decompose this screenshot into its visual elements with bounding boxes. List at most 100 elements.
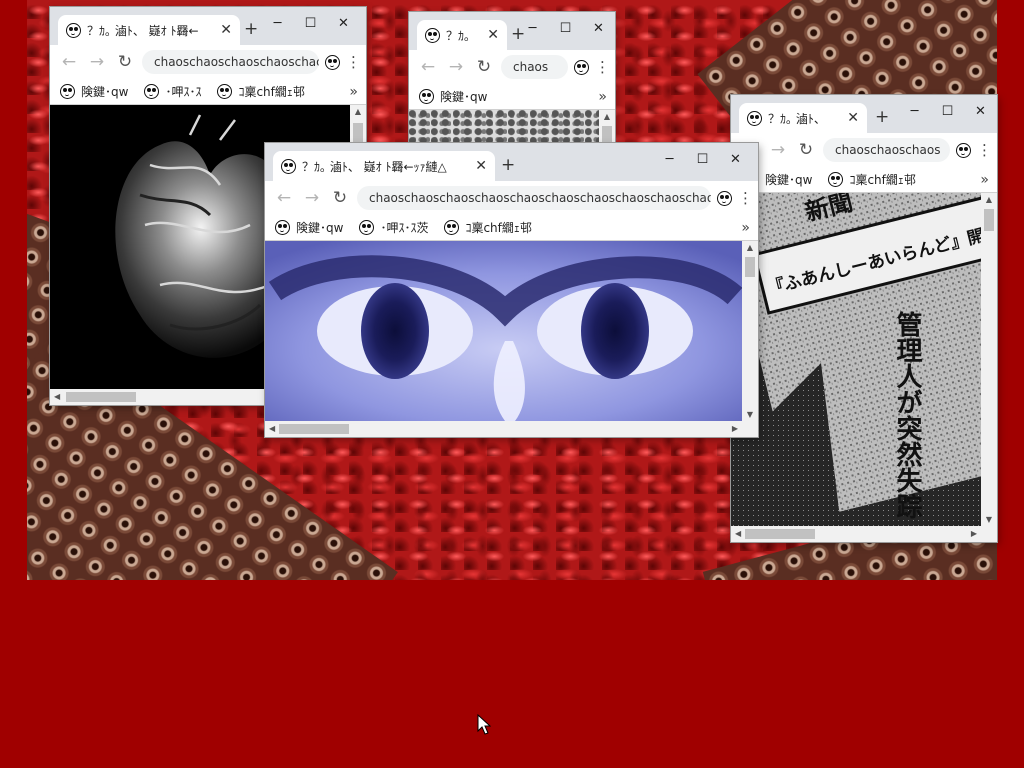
- scrollbar-thumb[interactable]: [745, 529, 815, 539]
- smiley-face-icon: [60, 84, 75, 99]
- horizontal-scrollbar[interactable]: ◀ ▶: [731, 526, 997, 542]
- address-bar[interactable]: chaoschaoschaoschaoschaoschaoschaoschaos…: [357, 186, 711, 210]
- address-bar[interactable]: chaos: [501, 55, 568, 79]
- maximize-icon[interactable]: ☐: [931, 99, 964, 123]
- address-bar[interactable]: chaoschaoschaoschaoschao: [142, 50, 319, 74]
- toolbar: ← → ↻ chaos ⋮: [409, 50, 615, 84]
- blue-eyes-image: [265, 241, 742, 421]
- window-controls: ─ ☐ ✕: [516, 16, 615, 40]
- bookmark-item[interactable]: 険鍵･qw: [60, 83, 128, 100]
- smiley-face-icon[interactable]: [956, 142, 971, 158]
- scrollbar-thumb[interactable]: [279, 424, 349, 434]
- maximize-icon[interactable]: ☐: [686, 147, 719, 171]
- vertical-scrollbar[interactable]: ▲ ▼: [981, 193, 997, 526]
- scrollbar-thumb[interactable]: [353, 123, 363, 143]
- vertical-scrollbar[interactable]: ▲ ▼: [742, 241, 758, 421]
- minimize-icon[interactable]: ─: [653, 147, 686, 171]
- newspaper-subhead: 管理人が突然失踪: [892, 311, 922, 519]
- smiley-face-icon: [359, 220, 375, 235]
- scrollbar-thumb[interactable]: [984, 209, 994, 231]
- minimize-icon[interactable]: ─: [261, 11, 294, 35]
- bookmark-item[interactable]: ｺ稟chf繝ｪ邨: [828, 171, 916, 188]
- bookmark-item[interactable]: ･呷ｽ･ｽ茨: [359, 219, 428, 236]
- smiley-face-icon[interactable]: [574, 59, 589, 75]
- browser-window-noise[interactable]: ？ｶ｡ ✕ + ─ ☐ ✕ ← → ↻ chaos ⋮ 険鍵･qw » ▲: [409, 12, 615, 152]
- newspaper-image: 新聞 『ふあんしーあいらんど』開園 管理人が突然失踪: [731, 193, 981, 526]
- bookmarks-bar: 険鍵･qw ｺ稟chf繝ｪ邨 »: [731, 167, 997, 193]
- horizontal-scrollbar[interactable]: ◀ ▶: [265, 421, 758, 437]
- maximize-icon[interactable]: ☐: [549, 16, 582, 40]
- bookmark-label: ｺ稟chf繝ｪ邨: [465, 221, 532, 235]
- browser-window-newspaper[interactable]: ？ｶ｡ 滷ﾄ、 ✕ + ─ ☐ ✕ ← → ↻ chaoschaoschaos …: [731, 95, 997, 542]
- reload-icon[interactable]: ↻: [795, 140, 817, 160]
- chevron-double-right-icon[interactable]: »: [741, 220, 750, 236]
- reload-icon[interactable]: ↻: [473, 57, 495, 77]
- kebab-menu-icon[interactable]: ⋮: [977, 141, 992, 159]
- address-bar[interactable]: chaoschaoschaos: [823, 138, 950, 162]
- scrollbar-thumb[interactable]: [745, 257, 755, 277]
- tab-active[interactable]: ？ｶ｡ 滷ﾄ、 嶷ｵ ﾄ羇←ｯｧ縺△ ✕: [273, 151, 495, 181]
- bookmark-label: ･呷ｽ･ｽ茨: [380, 221, 429, 235]
- scrollbar-thumb[interactable]: [66, 392, 136, 402]
- bookmark-item[interactable]: 険鍵･qw: [765, 171, 812, 188]
- plus-icon[interactable]: +: [244, 19, 258, 39]
- maximize-icon[interactable]: ☐: [294, 11, 327, 35]
- arrow-right-icon[interactable]: →: [445, 57, 467, 77]
- plus-icon[interactable]: +: [501, 155, 515, 175]
- bookmark-item[interactable]: ｺ稟chf繝ｪ邨: [444, 219, 532, 236]
- bookmark-item[interactable]: ｺ稟chf繝ｪ邨: [217, 83, 305, 100]
- bookmark-label: 険鍵･qw: [440, 90, 488, 104]
- tab-strip: ？ｶ｡ 滷ﾄ、 嶷ｵ ﾄ羇←ｯｧ縺△ ✕ + ─ ☐ ✕: [265, 143, 758, 181]
- bookmark-label: ｺ稟chf繝ｪ邨: [849, 173, 916, 187]
- arrow-left-icon[interactable]: ←: [417, 57, 439, 77]
- close-icon[interactable]: ✕: [582, 16, 615, 40]
- kebab-menu-icon[interactable]: ⋮: [738, 189, 753, 207]
- arrow-right-icon[interactable]: →: [301, 188, 323, 208]
- smiley-face-icon: [747, 110, 762, 126]
- toolbar: ← → ↻ chaoschaoschaoschaoschao ⋮: [50, 45, 366, 79]
- chevron-double-right-icon[interactable]: »: [598, 89, 607, 105]
- bookmark-item[interactable]: ･呷ｽ･ｽ: [144, 83, 201, 100]
- chevron-double-right-icon[interactable]: »: [980, 172, 989, 188]
- kebab-menu-icon[interactable]: ⋮: [595, 58, 610, 76]
- close-icon[interactable]: ✕: [719, 147, 752, 171]
- minimize-icon[interactable]: ─: [516, 16, 549, 40]
- chevron-double-right-icon[interactable]: »: [349, 84, 358, 100]
- smiley-face-icon: [828, 172, 844, 187]
- close-icon[interactable]: ✕: [327, 11, 360, 35]
- smiley-face-icon: [444, 220, 460, 235]
- reload-icon[interactable]: ↻: [114, 52, 136, 72]
- smiley-face-icon[interactable]: [325, 54, 340, 70]
- page-content-eyes: [265, 241, 742, 421]
- reload-icon[interactable]: ↻: [329, 188, 351, 208]
- tab-strip: ？ｶ｡ 滷ﾄ、 嶷ｵ ﾄ羇← ✕ + ─ ☐ ✕: [50, 7, 366, 45]
- arrow-right-icon[interactable]: →: [767, 140, 789, 160]
- toolbar: ← → ↻ chaoschaoschaos ⋮: [731, 133, 997, 167]
- minimize-icon[interactable]: ─: [898, 99, 931, 123]
- smiley-face-icon: [275, 220, 290, 235]
- arrow-left-icon[interactable]: ←: [273, 188, 295, 208]
- plus-icon[interactable]: +: [875, 107, 889, 127]
- close-icon[interactable]: ✕: [847, 110, 859, 126]
- tab-active[interactable]: ？ｶ｡ 滷ﾄ、 嶷ｵ ﾄ羇← ✕: [58, 15, 240, 45]
- bookmarks-bar: 険鍵･qw ･呷ｽ･ｽ ｺ稟chf繝ｪ邨 »: [50, 79, 366, 105]
- bookmark-item[interactable]: 険鍵･qw: [419, 88, 487, 105]
- tab-active[interactable]: ？ｶ｡ ✕: [417, 20, 507, 50]
- close-icon[interactable]: ✕: [487, 27, 499, 43]
- window-controls: ─ ☐ ✕: [261, 11, 360, 35]
- bookmarks-bar: 険鍵･qw ･呷ｽ･ｽ茨 ｺ稟chf繝ｪ邨 »: [265, 215, 758, 241]
- tab-active[interactable]: ？ｶ｡ 滷ﾄ、 ✕: [739, 103, 867, 133]
- bookmark-label: ｺ稟chf繝ｪ邨: [238, 85, 305, 99]
- tab-title: ？ｶ｡ 滷ﾄ、: [768, 111, 826, 126]
- close-icon[interactable]: ✕: [964, 99, 997, 123]
- smiley-face-icon: [425, 27, 440, 43]
- bookmark-item[interactable]: 険鍵･qw: [275, 219, 343, 236]
- arrow-right-icon[interactable]: →: [86, 52, 108, 72]
- mouse-pointer-icon: [477, 714, 491, 735]
- browser-window-eyes[interactable]: ？ｶ｡ 滷ﾄ、 嶷ｵ ﾄ羇←ｯｧ縺△ ✕ + ─ ☐ ✕ ← → ↻ chaos…: [265, 143, 758, 437]
- close-icon[interactable]: ✕: [475, 158, 487, 174]
- kebab-menu-icon[interactable]: ⋮: [346, 53, 361, 71]
- arrow-left-icon[interactable]: ←: [58, 52, 80, 72]
- close-icon[interactable]: ✕: [220, 22, 232, 38]
- smiley-face-icon[interactable]: [717, 190, 732, 206]
